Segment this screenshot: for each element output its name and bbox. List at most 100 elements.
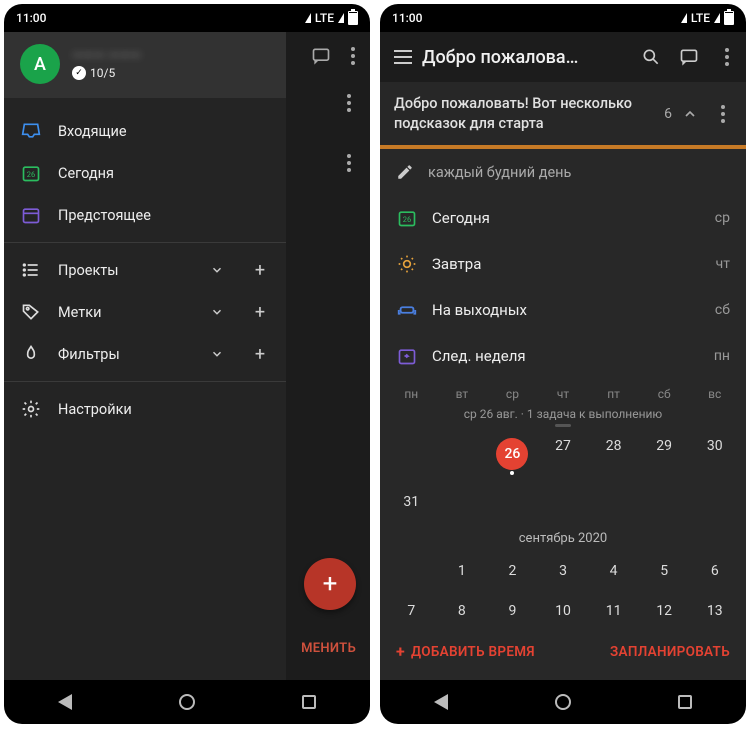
divider — [4, 242, 286, 243]
cal-day-today[interactable]: 26 — [487, 431, 538, 477]
cal-day[interactable]: 28 — [588, 431, 639, 477]
nav-settings[interactable]: Настройки — [4, 388, 286, 430]
cal-day[interactable]: 27 — [538, 431, 589, 477]
cal-day[interactable]: 3 — [538, 556, 589, 586]
nav-upcoming[interactable]: Предстоящее — [4, 194, 286, 236]
action-row: +ДОБАВИТЬ ВРЕМЯ ЗАПЛАНИРОВАТЬ — [380, 630, 746, 669]
banner-count: 6 — [664, 106, 672, 122]
cal-day[interactable] — [386, 431, 437, 477]
nav-inbox[interactable]: Входящие — [4, 110, 286, 152]
plus-icon: + — [396, 642, 405, 661]
cal-day[interactable]: 10 — [538, 596, 589, 626]
opt-label: След. неделя — [432, 347, 700, 365]
nav-home[interactable] — [555, 694, 571, 710]
calendar: пн вт ср чт пт сб вс ср 26 авг. · 1 зада… — [380, 379, 746, 630]
project-banner[interactable]: Добро пожаловать! Вот несколько подсказо… — [380, 82, 746, 145]
cal-day[interactable] — [437, 431, 488, 477]
chevron-down-icon[interactable] — [210, 305, 230, 319]
add-project-button[interactable]: + — [250, 260, 270, 281]
opt-day: ср — [715, 210, 730, 226]
svg-text:26: 26 — [403, 215, 411, 224]
cal-day[interactable]: 6 — [689, 556, 740, 586]
signal-icon — [305, 13, 311, 23]
opt-day: сб — [715, 302, 730, 318]
nav-label: Фильтры — [58, 346, 120, 363]
status-bar: 11:00 LTE — [380, 4, 746, 32]
more-icon[interactable] — [716, 46, 738, 68]
nav-label: Проекты — [58, 262, 119, 279]
signal-icon — [681, 13, 687, 23]
nav-filters[interactable]: Фильтры + — [4, 333, 286, 375]
quick-tomorrow[interactable]: Завтра чт — [380, 241, 746, 287]
status-time: 11:00 — [392, 11, 422, 25]
calendar-today-icon: 26 — [20, 162, 42, 184]
nav-recent[interactable] — [302, 695, 316, 709]
calendar-subtitle: ср 26 авг. · 1 задача к выполнению — [386, 407, 740, 421]
cal-day[interactable]: 2 — [487, 556, 538, 586]
cal-day[interactable]: 5 — [639, 556, 690, 586]
inbox-icon — [20, 120, 42, 142]
chevron-down-icon[interactable] — [210, 347, 230, 361]
add-filter-button[interactable]: + — [250, 344, 270, 365]
nav-label: Сегодня — [58, 165, 114, 182]
edit-button[interactable]: МЕНИТЬ — [301, 641, 356, 656]
cal-day[interactable]: 9 — [487, 596, 538, 626]
cal-day[interactable]: 13 — [689, 596, 740, 626]
cal-day[interactable]: 11 — [588, 596, 639, 626]
cal-day[interactable]: 4 — [588, 556, 639, 586]
opt-label: На выходных — [432, 301, 701, 319]
quick-today[interactable]: 26 Сегодня ср — [380, 195, 746, 241]
cal-day[interactable]: 31 — [386, 487, 437, 517]
cal-day[interactable]: 29 — [639, 431, 690, 477]
status-time: 11:00 — [16, 11, 46, 25]
cal-day[interactable]: 8 — [437, 596, 488, 626]
cal-day[interactable]: 30 — [689, 431, 740, 477]
cal-day[interactable]: 7 — [386, 596, 437, 626]
more-icon[interactable] — [340, 154, 358, 172]
check-icon: ✓ — [72, 66, 86, 80]
cal-day[interactable]: 1 — [437, 556, 488, 586]
nav-back[interactable] — [58, 694, 72, 710]
nav-back[interactable] — [434, 694, 448, 710]
calendar-row: 7 8 9 10 11 12 13 — [386, 596, 740, 626]
nav-recent[interactable] — [678, 695, 692, 709]
date-input-row[interactable]: каждый будний день — [380, 149, 746, 195]
more-icon[interactable] — [714, 105, 732, 123]
nav-projects[interactable]: Проекты + — [4, 249, 286, 291]
nav-today[interactable]: 26 Сегодня — [4, 152, 286, 194]
add-time-button[interactable]: +ДОБАВИТЬ ВРЕМЯ — [396, 642, 535, 661]
filter-icon — [20, 343, 42, 365]
more-icon[interactable] — [340, 94, 358, 112]
quick-weekend[interactable]: На выходных сб — [380, 287, 746, 333]
nav-labels[interactable]: Метки + — [4, 291, 286, 333]
calendar-month-label: сентябрь 2020 — [386, 531, 740, 546]
cal-day[interactable]: 12 — [639, 596, 690, 626]
calendar-today-icon: 26 — [396, 207, 418, 229]
schedule-button[interactable]: ЗАПЛАНИРОВАТЬ — [610, 644, 730, 660]
quick-nextweek[interactable]: След. неделя пн — [380, 333, 746, 379]
divider — [4, 381, 286, 382]
chevron-up-icon[interactable] — [682, 106, 698, 122]
signal-icon — [338, 13, 344, 23]
calendar-row: 1 2 3 4 5 6 — [386, 556, 740, 586]
search-icon[interactable] — [640, 46, 662, 68]
calendar-forward-icon — [396, 345, 418, 367]
nav-home[interactable] — [179, 694, 195, 710]
hamburger-icon[interactable] — [394, 50, 412, 64]
nav-label: Входящие — [58, 123, 127, 140]
chat-icon[interactable] — [678, 46, 700, 68]
profile-header[interactable]: A ——— ——— ✓ 10/5 — [4, 32, 286, 98]
tag-icon — [20, 301, 42, 323]
nav-label: Предстоящее — [58, 207, 151, 224]
more-icon[interactable] — [344, 47, 362, 65]
cal-day[interactable] — [386, 556, 437, 586]
add-label-button[interactable]: + — [250, 302, 270, 323]
sofa-icon — [396, 299, 418, 321]
karma-score: ✓ 10/5 — [72, 66, 270, 80]
fab-add-task[interactable]: + — [304, 558, 356, 610]
chat-icon[interactable] — [310, 45, 332, 67]
status-bar: 11:00 LTE — [4, 4, 370, 32]
chevron-down-icon[interactable] — [210, 263, 230, 277]
banner-text: Добро пожаловать! Вот несколько подсказо… — [394, 94, 654, 133]
sun-icon — [396, 253, 418, 275]
